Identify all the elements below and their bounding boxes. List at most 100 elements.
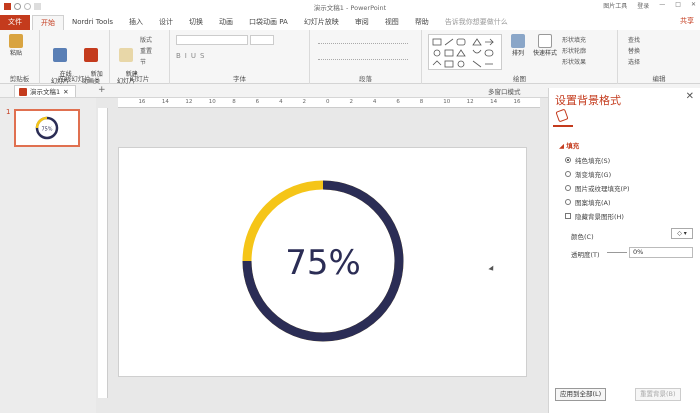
pattern-fill-radio[interactable] (565, 199, 571, 205)
drawing-group-label: 绘图 (513, 75, 526, 83)
tab-file[interactable]: 文件 (0, 15, 30, 30)
shape-effects-button[interactable]: 形状效果 (562, 57, 586, 66)
clipboard-group-label: 剪贴板 (9, 75, 30, 83)
shape-fill-button[interactable]: 形状填充 (562, 35, 586, 44)
apply-to-all-button[interactable]: 应用到全部(L) (555, 388, 607, 401)
gradient-fill-option[interactable]: 渐变填充(G) (565, 169, 611, 179)
ruler-tick-label: 12 (185, 99, 193, 105)
close-tab-icon[interactable]: ✕ (63, 86, 68, 98)
picture-tools-label: 图片工具 (603, 3, 628, 10)
ribbon: 粘贴 剪贴板 在线 幻灯片 新加 动画类 在线幻灯片 新建 幻灯片 版式 重置 … (0, 30, 700, 85)
pattern-fill-label: 图案填充(A) (575, 199, 611, 207)
ribbon-tabs: 文件 开始 Nordri Tools 插入 设计 切换 动画 口袋动画 PA 幻… (0, 12, 700, 30)
ruler-tick-label: 2 (302, 99, 307, 105)
slide-thumbnail-panel: 1 75% (0, 98, 96, 413)
color-label: 颜色(C) (571, 233, 594, 241)
pane-title: 设置背景格式 (555, 94, 621, 107)
powerpoint-icon (19, 87, 27, 96)
progress-ring-chart: 75% (242, 180, 404, 342)
tab-view[interactable]: 视图 (377, 15, 407, 30)
pattern-fill-option[interactable]: 图案填充(A) (565, 197, 611, 207)
picture-fill-radio[interactable] (565, 185, 571, 191)
tab-slideshow[interactable]: 幻灯片放映 (296, 15, 347, 30)
tab-review[interactable]: 审阅 (347, 15, 377, 30)
font-size-select[interactable] (250, 35, 274, 45)
ruler-tick-label: 8 (232, 99, 236, 105)
arrange-button[interactable]: 排列 (508, 34, 528, 57)
pane-close-icon[interactable]: ✕ (686, 91, 694, 102)
tab-transitions[interactable]: 切换 (181, 15, 211, 30)
fill-section-header[interactable]: ◢ 填充 (559, 140, 579, 150)
tab-design[interactable]: 设计 (151, 15, 181, 30)
maximize-icon[interactable]: □ (675, 1, 681, 10)
replace-button[interactable]: 替换 (628, 46, 640, 55)
font-format-buttons[interactable]: BIUS (176, 52, 208, 60)
document-tab-label: 演示文稿1 (30, 87, 61, 96)
font-group-label: 字体 (233, 75, 246, 83)
clipboard-group: 粘贴 剪贴板 (0, 30, 40, 84)
section-button[interactable]: 节 (140, 57, 146, 66)
quick-styles-label: 快速样式 (532, 50, 557, 57)
layout-button[interactable]: 版式 (140, 35, 152, 44)
shapes-gallery[interactable] (428, 34, 502, 70)
align-buttons[interactable] (318, 52, 408, 60)
fill-section-label: 填充 (566, 142, 580, 150)
find-button[interactable]: 查找 (628, 35, 640, 44)
solid-fill-option[interactable]: 纯色填充(S) (565, 155, 610, 165)
thumbnail-ring: 75% (35, 116, 59, 140)
format-background-pane: 设置背景格式 ✕ ◢ 填充 纯色填充(S) 渐变填充(G) 图片或纹理填充(P)… (548, 88, 700, 413)
ruler-tick-label: 6 (396, 99, 400, 105)
slide-thumbnail[interactable]: 75% (14, 109, 80, 147)
ring-center-label: 75% (285, 243, 361, 283)
tab-home[interactable]: 开始 (32, 15, 64, 30)
transparency-label: 透明度(T) (571, 251, 600, 259)
shape-outline-button[interactable]: 形状轮廓 (562, 46, 586, 55)
minimize-icon[interactable]: — (659, 1, 665, 10)
solid-fill-label: 纯色填充(S) (575, 157, 611, 165)
list-buttons[interactable] (318, 36, 408, 44)
share-button[interactable]: 共享 (680, 16, 694, 26)
ruler-tick-label: 0 (326, 99, 330, 105)
hide-background-option[interactable]: 隐藏背景图形(H) (565, 211, 624, 221)
tab-animations[interactable]: 动画 (211, 15, 241, 30)
color-picker-button[interactable]: ◇ ▾ (671, 228, 693, 239)
tab-nordri-tools[interactable]: Nordri Tools (64, 15, 121, 30)
solid-fill-radio[interactable] (565, 157, 571, 163)
close-window-icon[interactable]: ✕ (691, 1, 696, 10)
document-tab[interactable]: 演示文稿1 ✕ (14, 85, 76, 97)
online-slides-group: 在线 幻灯片 新加 动画类 在线幻灯片 (40, 30, 110, 85)
ruler-tick-label: 2 (349, 99, 353, 105)
tab-help[interactable]: 帮助 (407, 15, 437, 30)
ruler-tick-label: 16 (138, 99, 146, 105)
paste-button[interactable]: 粘贴 (6, 34, 26, 57)
ruler-tick-label: 8 (419, 99, 424, 105)
drawing-group: 排列 快速样式 形状填充 形状轮廓 形状效果 绘图 (422, 30, 618, 84)
transparency-slider[interactable] (607, 252, 627, 253)
ruler-tick-label: 10 (208, 99, 216, 105)
reset-button[interactable]: 重置 (140, 46, 152, 55)
multi-window-mode[interactable]: 多窗口模式 (488, 86, 521, 96)
font-name-select[interactable] (176, 35, 248, 45)
paragraph-group-label: 段落 (359, 75, 372, 83)
tab-insert[interactable]: 插入 (121, 15, 151, 30)
transparency-input[interactable]: 0% (629, 247, 693, 258)
add-tab-icon[interactable]: + (98, 85, 106, 95)
gradient-fill-radio[interactable] (565, 171, 571, 177)
quick-styles-button[interactable]: 快速样式 (532, 34, 558, 57)
tell-me-search[interactable]: 告诉我你想要做什么 (437, 15, 516, 30)
title-bar: 演示文稿1 - PowerPoint 图片工具 登录 — □ ✕ (0, 0, 700, 12)
fill-icon[interactable] (555, 108, 569, 123)
fill-tab-indicator (553, 125, 573, 127)
reset-background-button[interactable]: 重置背景(B) (635, 388, 681, 401)
shapes-gallery-icons (432, 38, 494, 68)
arrange-icon (511, 34, 525, 48)
select-button[interactable]: 选择 (628, 57, 640, 66)
slide-canvas[interactable]: 75% (118, 147, 527, 377)
picture-fill-option[interactable]: 图片或纹理填充(P) (565, 183, 630, 193)
tab-pocket-animation[interactable]: 口袋动画 PA (241, 15, 296, 30)
thumbnail-value: 75% (41, 127, 52, 133)
signin-link[interactable]: 登录 (637, 1, 649, 10)
font-group: BIUS 字体 (170, 30, 310, 84)
slide-number: 1 (6, 108, 11, 116)
hide-background-checkbox[interactable] (565, 213, 571, 219)
